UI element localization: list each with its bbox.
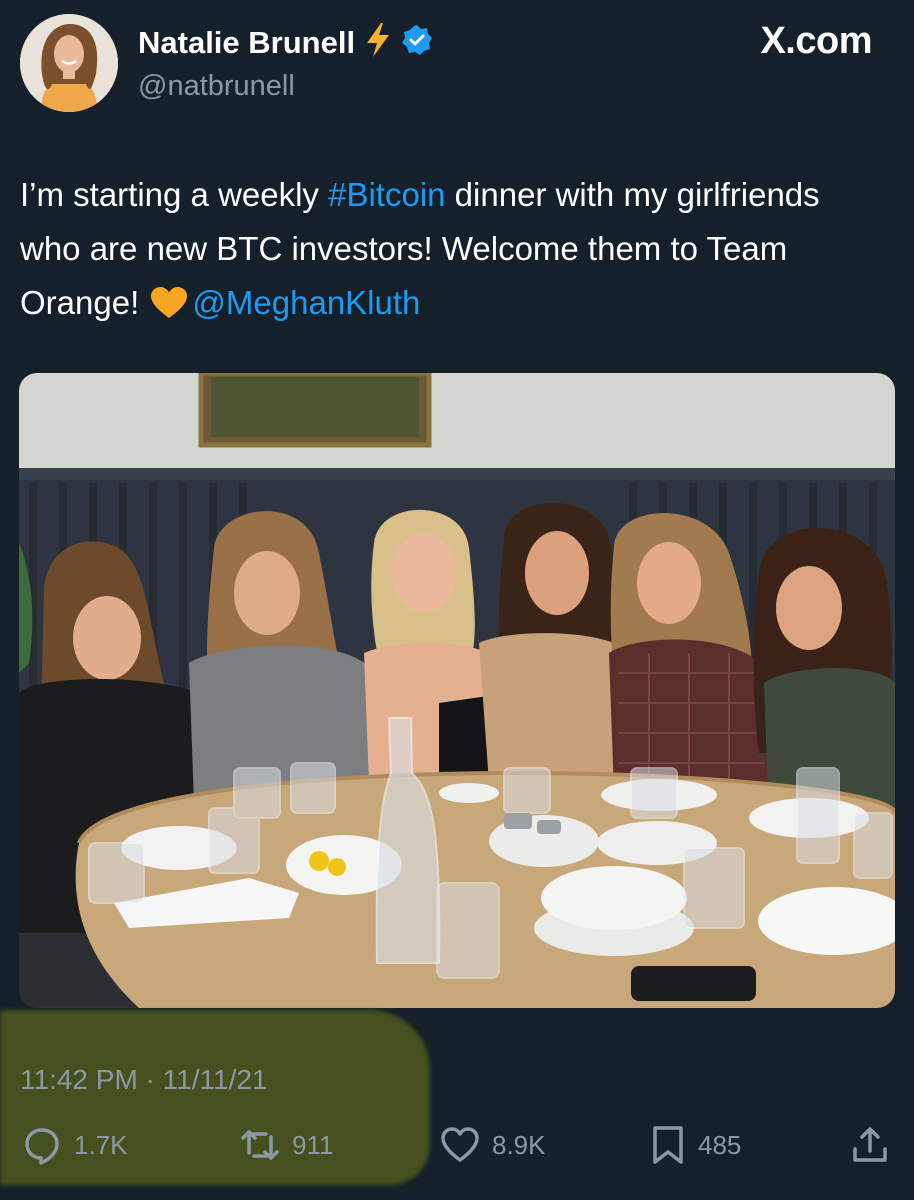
- reply-count: 1.7K: [74, 1129, 128, 1160]
- author-display-name[interactable]: Natalie Brunell: [138, 25, 355, 61]
- avatar-image: [20, 14, 118, 112]
- dinner-photo-illustration: [19, 373, 895, 1008]
- tweet-screenshot: Natalie Brunell @natbrunell X.com I’m st…: [0, 0, 914, 1200]
- verified-badge-icon: [401, 24, 433, 61]
- hashtag-link[interactable]: #Bitcoin: [328, 176, 445, 213]
- reply-icon: [22, 1125, 62, 1165]
- tweet-timestamp[interactable]: 11:42 PM · 11/11/21: [20, 1064, 268, 1096]
- heart-icon: [440, 1125, 480, 1165]
- author-name-row: Natalie Brunell: [138, 22, 433, 63]
- tweet-text-part1: I’m starting a weekly: [20, 176, 329, 213]
- like-count: 8.9K: [492, 1129, 546, 1160]
- mention-link[interactable]: @MeghanKluth: [192, 284, 420, 321]
- tweet-text: I’m starting a weekly #Bitcoin dinner wi…: [20, 168, 880, 336]
- lightning-bolt-icon: [363, 22, 393, 63]
- share-button[interactable]: [850, 1125, 890, 1165]
- retweet-count: 911: [292, 1129, 334, 1160]
- bookmark-count: 485: [698, 1129, 742, 1160]
- retweet-button[interactable]: 911: [240, 1125, 333, 1165]
- avatar[interactable]: [20, 14, 118, 112]
- bookmark-icon: [650, 1125, 686, 1165]
- tweet-actions-bar: 1.7K 911 8.9K 485: [0, 1125, 914, 1185]
- tweet-photo[interactable]: [19, 373, 895, 1008]
- like-button[interactable]: 8.9K: [440, 1125, 546, 1165]
- source-watermark: X.com: [760, 20, 872, 62]
- orange-heart-icon: [150, 282, 188, 336]
- reply-button[interactable]: 1.7K: [22, 1125, 128, 1165]
- bookmark-button[interactable]: 485: [650, 1125, 741, 1165]
- share-icon: [850, 1125, 890, 1165]
- retweet-icon: [240, 1125, 280, 1165]
- author-handle[interactable]: @natbrunell: [138, 70, 295, 103]
